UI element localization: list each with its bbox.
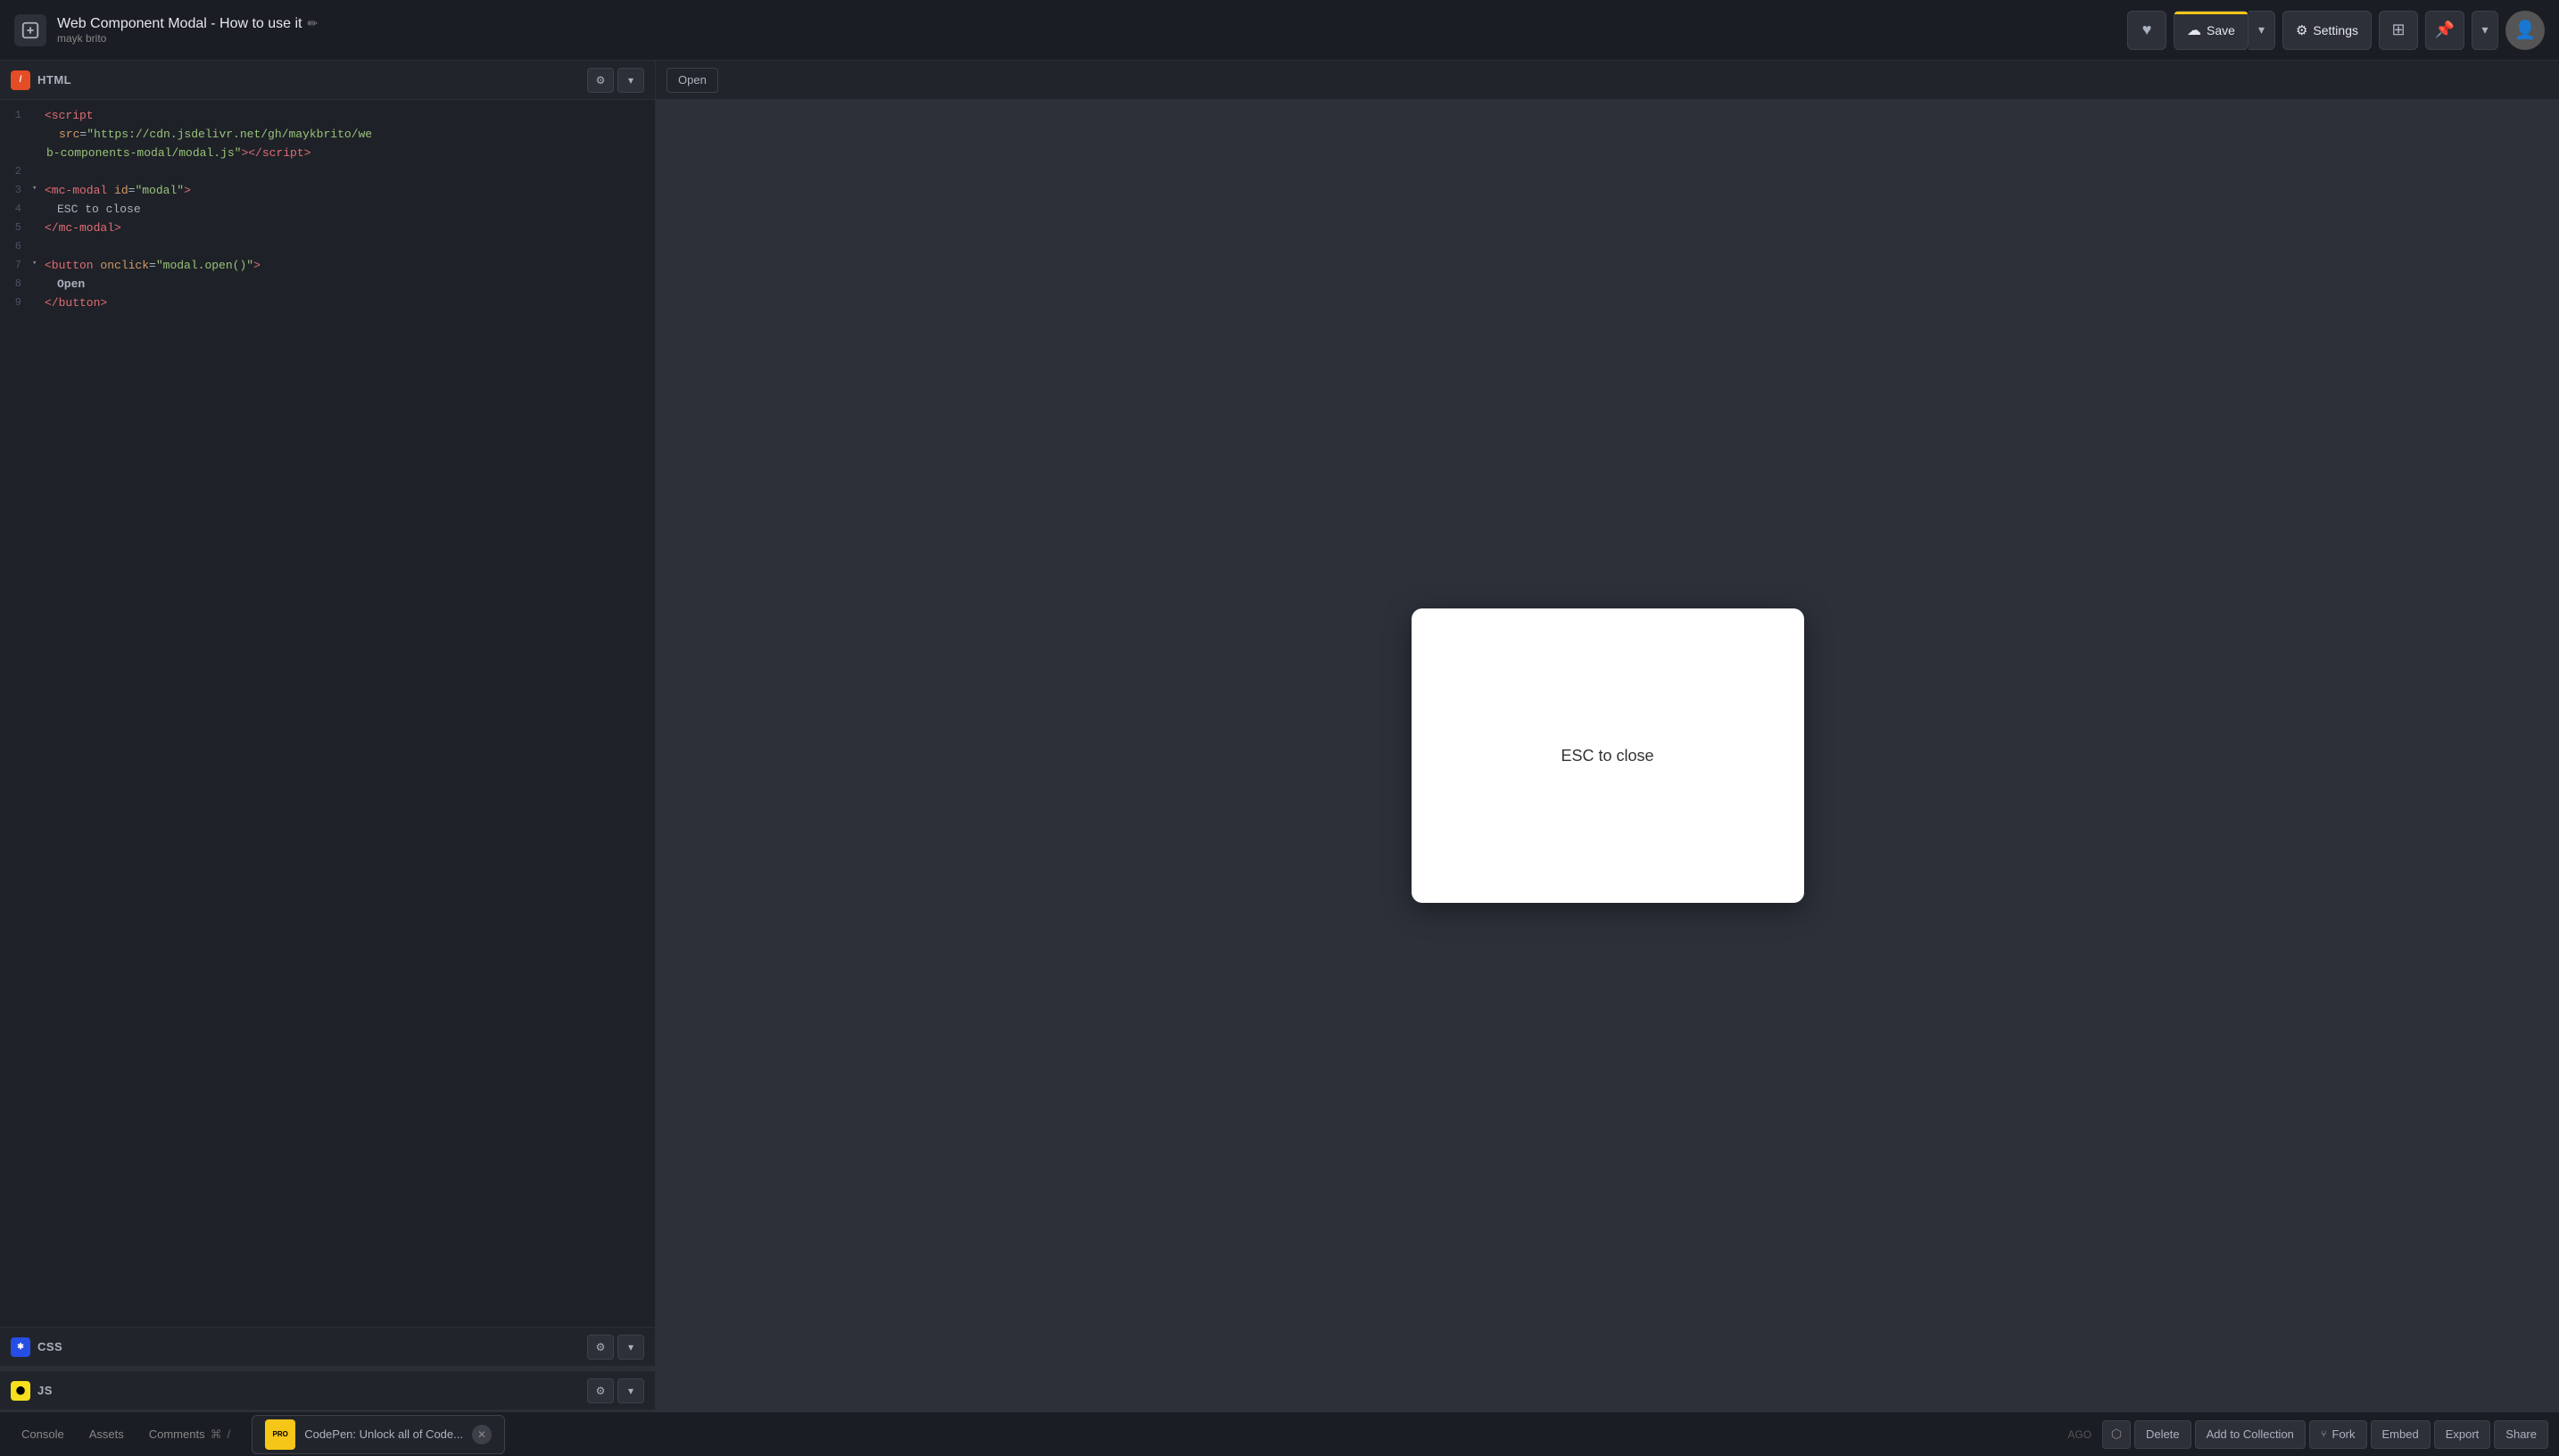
save-ago-text: AGO [2060, 1428, 2099, 1441]
pin-button[interactable]: 📌 [2425, 11, 2464, 50]
js-collapse-button[interactable]: ▾ [617, 1378, 644, 1403]
pro-close-button[interactable]: ✕ [472, 1425, 492, 1444]
app-header: Web Component Modal - How to use it ✏ ma… [0, 0, 2559, 61]
preview-area: ESC to close [656, 100, 2559, 1411]
html-lang-label: HTML [37, 73, 580, 87]
save-dropdown-button[interactable]: ▾ [2248, 11, 2275, 50]
html-editor-section: / HTML ⚙ ▾ 1 <script src="https://cdn.js… [0, 61, 655, 1328]
delete-button[interactable]: Delete [2134, 1420, 2191, 1449]
fork-icon: ⑂ [2321, 1429, 2327, 1440]
js-editor-actions: ⚙ ▾ [587, 1378, 644, 1403]
code-line-8: 8 Open [0, 276, 655, 294]
html-lang-badge: / [11, 70, 30, 90]
html-settings-button[interactable]: ⚙ [587, 68, 614, 93]
bottom-bar: Console Assets Comments ⌘ / PRO CodePen:… [0, 1411, 2559, 1456]
settings-button[interactable]: ⚙ Settings [2282, 11, 2372, 50]
modal-preview-text: ESC to close [1561, 747, 1653, 765]
export-button[interactable]: Export [2434, 1420, 2491, 1449]
pro-banner-text: CodePen: Unlock all of Code... [304, 1427, 463, 1441]
code-line-5: 5 </mc-modal> [0, 219, 655, 238]
console-button[interactable]: Console [11, 1422, 75, 1446]
embed-button[interactable]: Embed [2371, 1420, 2431, 1449]
fork-button[interactable]: ⑂ Fork [2309, 1420, 2367, 1449]
css-lang-label: CSS [37, 1340, 580, 1353]
css-resize-handle[interactable] [0, 1367, 655, 1370]
code-line-1b: src="https://cdn.jsdelivr.net/gh/maykbri… [0, 126, 655, 145]
css-lang-badge: ✱ [11, 1337, 30, 1357]
code-line-1: 1 <script [0, 107, 655, 126]
pro-badge: PRO [265, 1419, 295, 1450]
user-avatar[interactable]: 👤 [2505, 11, 2545, 50]
open-preview-button[interactable]: Open [667, 68, 718, 93]
html-editor-header: / HTML ⚙ ▾ [0, 61, 655, 100]
code-line-1c: b-components-modal/modal.js"></script> [0, 145, 655, 163]
like-button[interactable]: ♥ [2127, 11, 2166, 50]
html-editor-actions: ⚙ ▾ [587, 68, 644, 93]
editors-panel: / HTML ⚙ ▾ 1 <script src="https://cdn.js… [0, 61, 656, 1411]
pro-banner[interactable]: PRO CodePen: Unlock all of Code... ✕ [252, 1415, 505, 1454]
preview-panel: Open ESC to close [656, 61, 2559, 1411]
js-editor-header: ⬤ JS ⚙ ▾ [0, 1371, 655, 1410]
cmd-icon: ⌘ [211, 1427, 222, 1442]
code-line-7: 7 ▾ <button onclick="modal.open()"> [0, 257, 655, 276]
css-editor-header: ✱ CSS ⚙ ▾ [0, 1328, 655, 1367]
external-link-button[interactable]: ⬡ [2102, 1420, 2131, 1449]
css-collapse-button[interactable]: ▾ [617, 1335, 644, 1360]
modal-preview-box: ESC to close [1412, 608, 1804, 903]
layout-button[interactable]: ⊞ [2379, 11, 2418, 50]
code-line-6: 6 [0, 238, 655, 257]
code-line-2: 2 [0, 163, 655, 182]
css-editor-actions: ⚙ ▾ [587, 1335, 644, 1360]
css-settings-button[interactable]: ⚙ [587, 1335, 614, 1360]
title-block: Web Component Modal - How to use it ✏ ma… [57, 16, 2116, 45]
code-line-9: 9 </button> [0, 294, 655, 313]
css-editor-section: ✱ CSS ⚙ ▾ [0, 1328, 655, 1371]
save-button-group: ☁ Save ▾ [2174, 11, 2275, 50]
author-name: mayk brito [57, 32, 2116, 45]
save-button[interactable]: ☁ Save [2174, 11, 2248, 50]
header-actions: ♥ ☁ Save ▾ ⚙ Settings ⊞ 📌 ▾ 👤 [2127, 11, 2545, 50]
comments-button[interactable]: Comments ⌘ / [138, 1422, 241, 1447]
assets-button[interactable]: Assets [79, 1422, 135, 1446]
code-line-4: 4 ESC to close [0, 201, 655, 219]
js-editor-section: ⬤ JS ⚙ ▾ [0, 1371, 655, 1411]
js-lang-label: JS [37, 1384, 580, 1397]
edit-icon[interactable]: ✏ [308, 16, 319, 31]
main-area: / HTML ⚙ ▾ 1 <script src="https://cdn.js… [0, 61, 2559, 1411]
app-logo [14, 14, 46, 46]
add-to-collection-button[interactable]: Add to Collection [2195, 1420, 2306, 1449]
pen-title: Web Component Modal - How to use it ✏ [57, 16, 2116, 32]
html-collapse-button[interactable]: ▾ [617, 68, 644, 93]
share-button[interactable]: Share [2494, 1420, 2548, 1449]
more-dropdown-button[interactable]: ▾ [2472, 11, 2498, 50]
preview-toolbar: Open [656, 61, 2559, 100]
code-line-3: 3 ▾ <mc-modal id="modal"> [0, 182, 655, 201]
html-code-area[interactable]: 1 <script src="https://cdn.jsdelivr.net/… [0, 100, 655, 1327]
js-lang-badge: ⬤ [11, 1381, 30, 1401]
js-settings-button[interactable]: ⚙ [587, 1378, 614, 1403]
